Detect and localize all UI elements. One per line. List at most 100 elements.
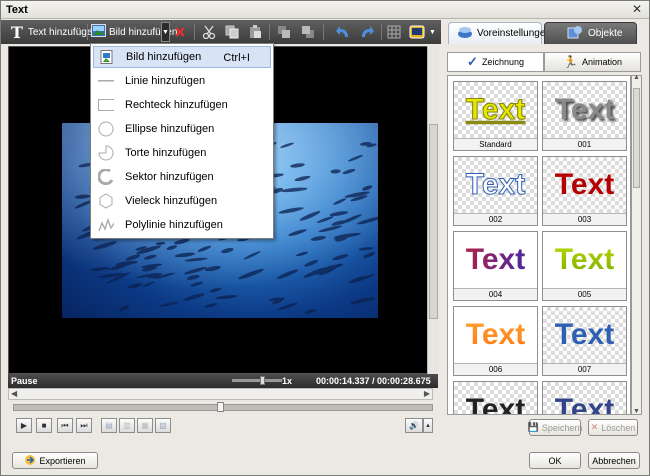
menu-item-pie[interactable]: Torte hinzufügen — [93, 142, 271, 164]
add-text-button[interactable]: T Text hinzufügen — [11, 22, 98, 42]
scroll-thumb[interactable] — [633, 88, 640, 188]
paste-icon[interactable] — [248, 22, 262, 42]
align-right-icon: ▦ — [141, 421, 149, 430]
timeline-handle[interactable] — [217, 402, 224, 412]
timeline-slider[interactable] — [13, 402, 433, 412]
polyline-icon — [98, 217, 114, 233]
preview-vertical-scrollbar[interactable] — [427, 46, 439, 374]
pie-icon — [98, 145, 114, 161]
menu-item-polyline[interactable]: Polylinie hinzufügen — [93, 214, 271, 236]
window-title: Text — [6, 4, 28, 16]
menu-item-label: Bild hinzufügen — [126, 51, 202, 63]
preview-horizontal-scrollbar[interactable]: ◀ ▶ — [8, 388, 433, 400]
save-preset-button[interactable]: 💾 Speichern — [528, 419, 582, 436]
align-justify-button[interactable]: ▧ — [155, 418, 171, 433]
preset-tile[interactable]: Text 002 — [453, 156, 538, 226]
export-button[interactable]: Exportieren — [12, 452, 98, 469]
ellipse-icon — [98, 121, 114, 137]
safe-area-dropdown[interactable]: ▼ — [429, 22, 436, 42]
preset-sample-text: Text — [543, 157, 626, 213]
align-left-icon: ▤ — [105, 421, 113, 430]
delete-preset-label: Löschen — [601, 422, 636, 433]
delete-icon[interactable] — [174, 22, 186, 42]
cut-icon[interactable] — [202, 22, 216, 42]
align-left-button[interactable]: ▤ — [101, 418, 117, 433]
presets-scrollbar[interactable]: ▲ ▼ — [631, 74, 642, 415]
add-image-dropdown[interactable]: ▼ — [161, 22, 170, 42]
toolbar-separator — [87, 24, 88, 40]
menu-item-label: Sektor hinzufügen — [125, 171, 214, 183]
skip-forward-icon: ⏭ — [80, 420, 88, 430]
tab-presets[interactable]: Voreinstellungen — [448, 22, 551, 44]
grid-icon[interactable] — [387, 22, 401, 42]
speed-slider-handle[interactable] — [260, 376, 265, 385]
scroll-down-icon[interactable]: ▼ — [633, 408, 640, 415]
menu-item-image[interactable]: Bild hinzufügen Ctrl+I — [93, 46, 271, 68]
close-icon[interactable]: ✕ — [630, 3, 644, 16]
preset-tile[interactable]: Text 004 — [453, 231, 538, 301]
copy-icon[interactable] — [225, 22, 239, 42]
menu-item-label: Linie hinzufügen — [125, 75, 206, 87]
bring-forward-icon[interactable] — [277, 22, 291, 42]
preset-sample-text: Text — [454, 307, 537, 363]
ok-button[interactable]: OK — [529, 452, 581, 469]
toolbar-separator — [323, 24, 324, 40]
align-center-button[interactable]: ▥ — [119, 418, 135, 433]
volume-dropdown[interactable]: ▲ — [423, 418, 433, 433]
presets-grid: Text Standard Text 001 Text 002 Text 003 Text 004… — [447, 75, 631, 415]
chevron-up-icon: ▲ — [425, 422, 431, 429]
skip-back-icon: ⏮ — [61, 420, 69, 430]
tab-drawing[interactable]: ✓ Zeichnung — [447, 52, 544, 72]
scroll-left-icon[interactable]: ◀ — [11, 389, 17, 398]
preset-sample-text: Text — [454, 82, 537, 138]
sector-icon — [98, 169, 114, 185]
preset-caption: 004 — [454, 288, 537, 300]
menu-item-line[interactable]: Linie hinzufügen — [93, 70, 271, 92]
preset-caption: 005 — [543, 288, 626, 300]
presets-subtabs: ✓ Zeichnung 🏃 Animation — [447, 52, 641, 72]
add-image-menu: Bild hinzufügen Ctrl+I Linie hinzufügen Rec… — [90, 43, 274, 239]
preset-sample-text: Text — [454, 232, 537, 288]
preset-tile[interactable]: Text 003 — [542, 156, 627, 226]
undo-icon[interactable] — [335, 22, 351, 42]
preset-tile[interactable]: Text 001 — [542, 81, 627, 151]
preset-sample-text: Text — [454, 157, 537, 213]
tab-animation[interactable]: 🏃 Animation — [544, 52, 641, 72]
previous-button[interactable]: ⏮ — [57, 418, 73, 433]
scroll-thumb[interactable] — [429, 124, 438, 319]
preset-tile[interactable]: Text 005 — [542, 231, 627, 301]
tab-objects[interactable]: Objekte — [544, 22, 637, 44]
export-label: Exportieren — [39, 455, 86, 466]
scroll-up-icon[interactable]: ▲ — [633, 74, 640, 81]
toolbar-separator — [381, 24, 382, 40]
preset-tile[interactable]: Text — [542, 381, 627, 414]
preset-tile[interactable]: Text Standard — [453, 81, 538, 151]
text-icon: T — [11, 22, 23, 42]
check-pen-icon: ✓ — [467, 54, 478, 69]
preset-tile[interactable]: Text — [453, 381, 538, 414]
preset-tile[interactable]: Text 007 — [542, 306, 627, 376]
scroll-right-icon[interactable]: ▶ — [424, 389, 430, 398]
menu-item-sector[interactable]: Sektor hinzufügen — [93, 166, 271, 188]
safe-area-icon[interactable] — [409, 22, 425, 42]
redo-icon[interactable] — [359, 22, 375, 42]
cancel-button[interactable]: Abbrechen — [588, 452, 640, 469]
volume-button[interactable]: 🔊 — [405, 418, 423, 433]
stop-icon: ■ — [41, 421, 47, 430]
menu-item-polygon[interactable]: Vieleck hinzufügen — [93, 190, 271, 212]
next-button[interactable]: ⏭ — [76, 418, 92, 433]
preset-tile[interactable]: Text 006 — [453, 306, 538, 376]
speed-slider[interactable] — [232, 376, 282, 385]
tab-animation-label: Animation — [581, 57, 622, 67]
menu-item-label: Rechteck hinzufügen — [125, 99, 228, 111]
send-backward-icon[interactable] — [301, 22, 315, 42]
speaker-icon: 🔊 — [409, 421, 419, 430]
playback-status-bar: Pause 1x 00:00:14.337 / 00:00:28.675 — [8, 374, 438, 388]
menu-item-rectangle[interactable]: Rechteck hinzufügen — [93, 94, 271, 116]
play-button[interactable]: ▶ — [16, 418, 32, 433]
menu-item-ellipse[interactable]: Ellipse hinzufügen — [93, 118, 271, 140]
delete-preset-button[interactable]: ✕ Löschen — [588, 419, 638, 436]
stop-button[interactable]: ■ — [36, 418, 52, 433]
align-right-button[interactable]: ▦ — [137, 418, 153, 433]
objects-icon — [567, 25, 583, 42]
